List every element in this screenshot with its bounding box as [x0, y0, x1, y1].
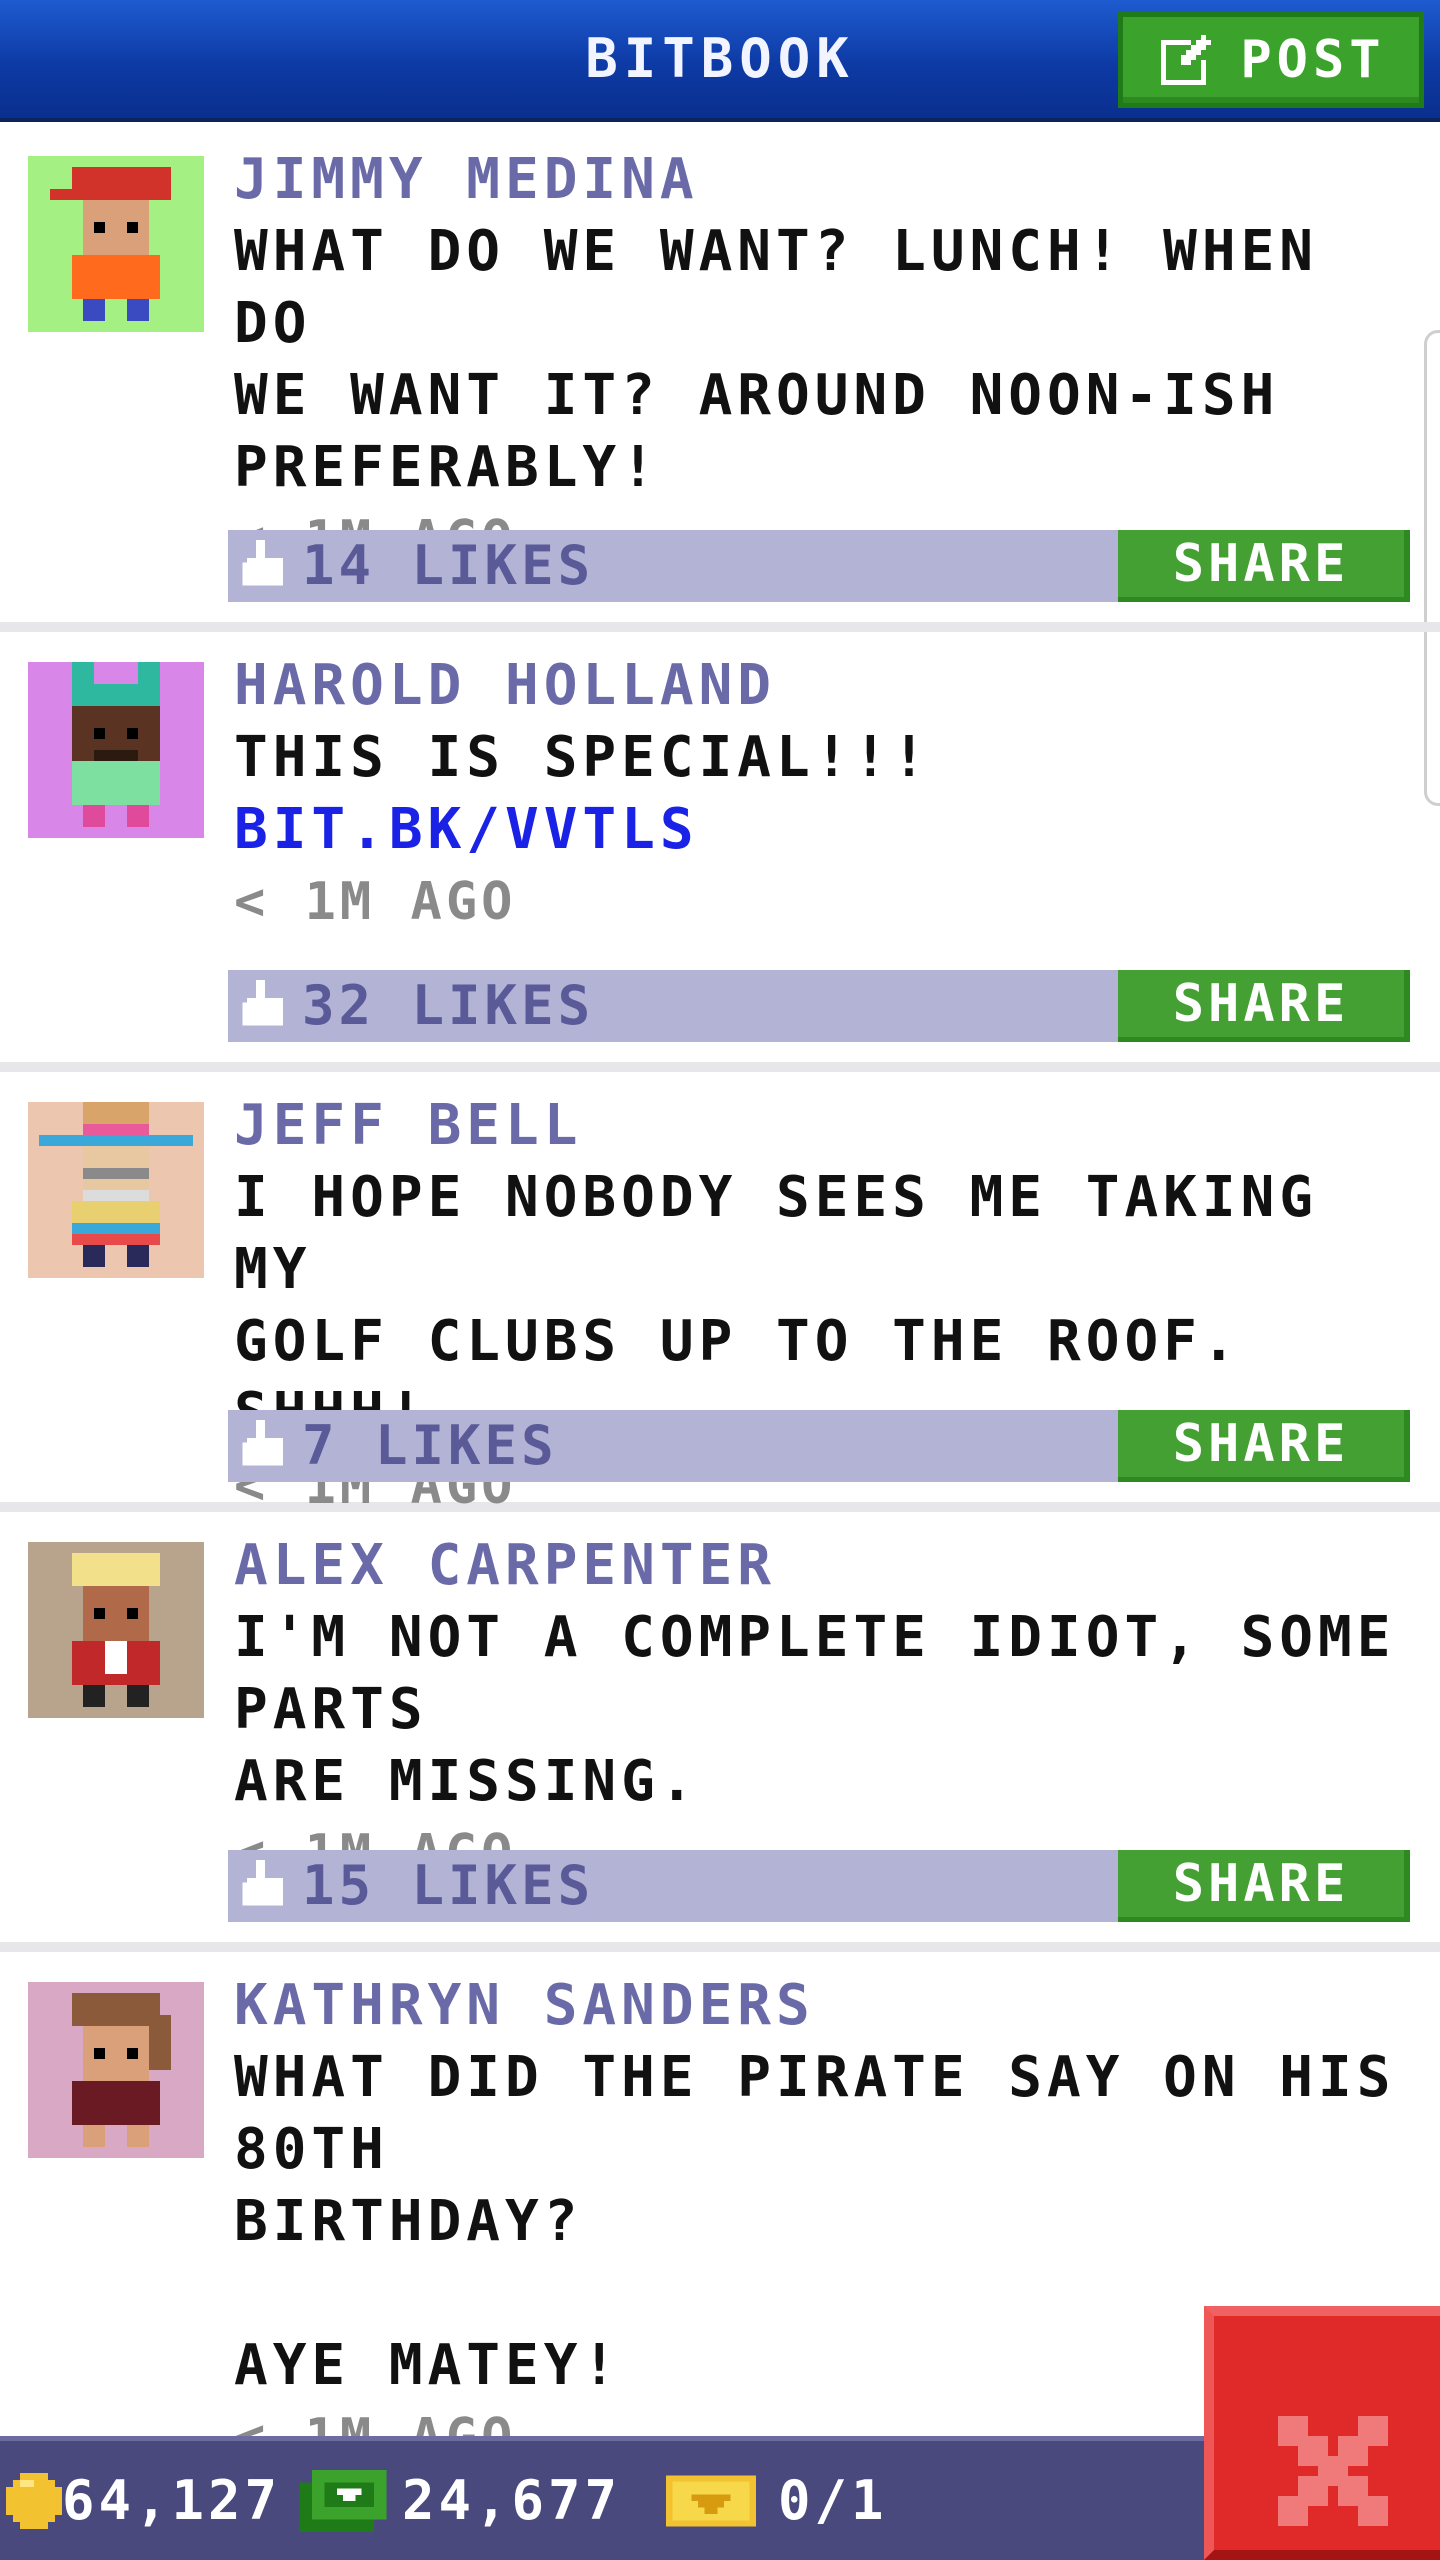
- post-text: THIS IS SPECIAL!!!: [234, 725, 931, 790]
- share-button[interactable]: SHARE: [1118, 530, 1410, 602]
- thumbs-up-icon[interactable]: [242, 540, 288, 590]
- likes-bar: 14 LIKES SHARE: [228, 530, 1410, 602]
- post-author[interactable]: JIMMY MEDINA: [234, 144, 1422, 216]
- coin-icon: [6, 2472, 62, 2529]
- bux-stat: 24,677: [298, 2441, 621, 2560]
- avatar[interactable]: [28, 1542, 204, 1718]
- app-header: BITBOOK POST: [0, 0, 1440, 122]
- post-author[interactable]: JEFF BELL: [234, 1090, 1422, 1162]
- bux-icon: [299, 2469, 387, 2532]
- post-author[interactable]: ALEX CARPENTER: [234, 1530, 1422, 1602]
- post-feed: JIMMY MEDINA WHAT DO WE WANT? LUNCH! WHE…: [0, 126, 1440, 2472]
- coins-amount: 64,127: [62, 2469, 282, 2532]
- likes-bar: 7 LIKES SHARE: [228, 1410, 1410, 1482]
- likes-bar: 15 LIKES SHARE: [228, 1850, 1410, 1922]
- likes-count: 32 LIKES: [302, 974, 595, 1037]
- close-button[interactable]: [1204, 2306, 1440, 2560]
- post-timestamp: < 1M AGO: [234, 872, 517, 932]
- post-author[interactable]: KATHRYN SANDERS: [234, 1970, 1422, 2042]
- thumbs-up-icon[interactable]: [242, 980, 288, 1030]
- feed-post: HAROLD HOLLAND THIS IS SPECIAL!!! BIT.BK…: [0, 632, 1440, 1072]
- post-button-label: POST: [1240, 30, 1386, 90]
- thumbs-up-icon[interactable]: [242, 1420, 288, 1470]
- likes-count: 7 LIKES: [302, 1414, 558, 1477]
- post-text: I HOPE NOBODY SEES ME TAKING MY GOLF CLU…: [234, 1165, 1319, 1446]
- feed-post: JEFF BELL I HOPE NOBODY SEES ME TAKING M…: [0, 1072, 1440, 1516]
- post-author[interactable]: HAROLD HOLLAND: [234, 650, 1422, 722]
- post-text: I'M NOT A COMPLETE IDIOT, SOME PARTS ARE…: [234, 1605, 1396, 1814]
- feed-post: ALEX CARPENTER I'M NOT A COMPLETE IDIOT,…: [0, 1512, 1440, 1952]
- coins-stat: 64,127: [6, 2441, 281, 2560]
- tickets-amount: 0/1: [778, 2469, 888, 2532]
- avatar[interactable]: [28, 1102, 204, 1278]
- feed-post: JIMMY MEDINA WHAT DO WE WANT? LUNCH! WHE…: [0, 126, 1440, 632]
- thumbs-up-icon[interactable]: [242, 1860, 288, 1910]
- likes-count: 15 LIKES: [302, 1854, 595, 1917]
- ticket-icon: [666, 2474, 756, 2527]
- likes-count: 14 LIKES: [302, 534, 595, 597]
- tickets-stat: 0/1: [666, 2441, 888, 2560]
- close-icon: [1278, 2416, 1388, 2526]
- avatar[interactable]: [28, 662, 204, 838]
- bux-amount: 24,677: [402, 2469, 622, 2532]
- avatar[interactable]: [28, 156, 204, 332]
- post-link[interactable]: BIT.BK/VVTLS: [234, 794, 1422, 866]
- compose-icon: [1161, 35, 1212, 85]
- share-button[interactable]: SHARE: [1118, 1850, 1410, 1922]
- share-button[interactable]: SHARE: [1118, 1410, 1410, 1482]
- avatar[interactable]: [28, 1982, 204, 2158]
- share-button[interactable]: SHARE: [1118, 970, 1410, 1042]
- post-button[interactable]: POST: [1118, 12, 1424, 108]
- likes-bar: 32 LIKES SHARE: [228, 970, 1410, 1042]
- post-text: WHAT DO WE WANT? LUNCH! WHEN DO WE WANT …: [234, 219, 1319, 500]
